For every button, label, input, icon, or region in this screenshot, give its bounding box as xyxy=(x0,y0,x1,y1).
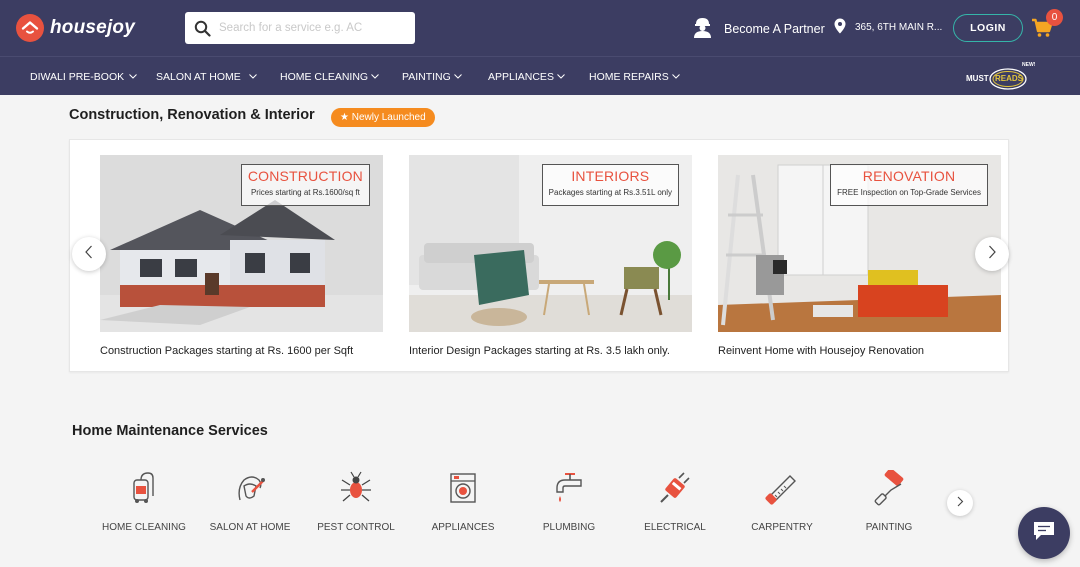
chevron-down-icon xyxy=(129,74,137,79)
chevron-left-icon xyxy=(84,245,94,264)
services-next-button[interactable] xyxy=(947,490,973,516)
search-box[interactable] xyxy=(185,12,415,44)
nav-label: PAINTING xyxy=(402,70,451,83)
construction-overlay: CONSTRUCTION Prices starting at Rs.1600/… xyxy=(240,164,370,206)
chevron-down-icon xyxy=(557,74,565,79)
service-label: CARPENTRY xyxy=(751,522,813,533)
nav-item-home-cleaning[interactable]: HOME CLEANING xyxy=(280,57,379,96)
renovation-card[interactable]: RENOVATION FREE Inspection on Top-Grade … xyxy=(718,155,1001,357)
chat-button[interactable] xyxy=(1018,507,1070,559)
nav-label: APPLIANCES xyxy=(488,70,554,83)
newly-launched-badge: ★ Newly Launched xyxy=(331,108,435,127)
service-appliances[interactable]: APPLIANCES xyxy=(418,470,508,534)
login-button[interactable]: LOGIN xyxy=(953,14,1023,42)
chevron-down-icon xyxy=(248,74,257,79)
overlay-title: CONSTRUCTION xyxy=(247,168,363,184)
must-reads-new-tag: NEW! xyxy=(1022,62,1036,68)
must-reads-label-right: READS xyxy=(995,74,1024,83)
nav-item-diwali-pre-book[interactable]: DIWALI PRE-BOOK xyxy=(30,57,137,96)
construction-card[interactable]: CONSTRUCTION Prices starting at Rs.1600/… xyxy=(100,155,383,357)
service-carpentry[interactable]: CARPENTRY xyxy=(737,470,827,534)
category-nav: DIWALI PRE-BOOK SALON AT HOME HOME CLEAN… xyxy=(0,56,1080,95)
service-label: APPLIANCES xyxy=(431,522,495,533)
bug-icon xyxy=(341,471,371,502)
brand-name: housejoy xyxy=(50,17,136,38)
must-reads-label-left: MUST xyxy=(966,74,989,83)
chat-icon xyxy=(1032,520,1056,547)
service-salon-at-home[interactable]: SALON AT HOME xyxy=(205,470,295,534)
nav-item-home-repairs[interactable]: HOME REPAIRS xyxy=(589,57,680,96)
location-pin-icon xyxy=(834,18,846,37)
chevron-down-icon xyxy=(671,74,680,79)
service-plumbing[interactable]: PLUMBING xyxy=(524,470,614,534)
nav-label: HOME REPAIRS xyxy=(589,70,669,83)
service-label: PAINTING xyxy=(865,522,913,533)
location-selector[interactable]: 365, 6TH MAIN R... xyxy=(834,18,942,37)
renovation-image: RENOVATION FREE Inspection on Top-Grade … xyxy=(718,155,1001,332)
become-partner-link[interactable]: Become A Partner xyxy=(692,16,825,41)
chevron-down-icon xyxy=(453,74,462,79)
must-reads-link[interactable]: MUST READS NEW! xyxy=(966,62,1036,93)
cart-button[interactable]: 0 xyxy=(1031,9,1065,42)
nav-item-painting[interactable]: PAINTING xyxy=(402,57,462,96)
chevron-down-icon xyxy=(371,74,379,79)
card-caption: Construction Packages starting at Rs. 16… xyxy=(100,345,354,357)
partner-label: Become A Partner xyxy=(724,21,825,36)
interiors-image: INTERIORS Packages starting at Rs.3.51L … xyxy=(409,155,692,332)
overlay-subtitle: Prices starting at Rs.1600/sq ft xyxy=(250,188,360,197)
nav-item-salon-at-home[interactable]: SALON AT HOME xyxy=(156,57,257,96)
overlay-subtitle: FREE Inspection on Top-Grade Services xyxy=(837,188,981,197)
service-label: PEST CONTROL xyxy=(317,522,395,533)
washing-machine-icon xyxy=(450,473,476,503)
nav-item-appliances[interactable]: APPLIANCES xyxy=(488,57,565,96)
chevron-right-icon xyxy=(987,245,997,264)
service-label: HOME CLEANING xyxy=(102,522,186,533)
overlay-title: INTERIORS xyxy=(571,168,650,184)
carousel-prev-button[interactable] xyxy=(72,237,106,271)
house-logo-icon xyxy=(16,14,44,42)
chevron-right-icon xyxy=(956,494,964,512)
overlay-title: RENOVATION xyxy=(862,168,956,184)
cart-count-badge: 0 xyxy=(1046,9,1063,26)
plug-icon xyxy=(660,472,690,503)
carousel-next-button[interactable] xyxy=(975,237,1009,271)
tap-icon xyxy=(556,473,582,502)
renovation-overlay: RENOVATION FREE Inspection on Top-Grade … xyxy=(830,164,988,206)
service-home-cleaning[interactable]: HOME CLEANING xyxy=(99,470,189,534)
service-electrical[interactable]: ELECTRICAL xyxy=(630,470,720,534)
location-label: 365, 6TH MAIN R... xyxy=(855,22,943,33)
maintenance-section-title: Home Maintenance Services xyxy=(72,423,268,439)
worker-icon xyxy=(692,16,713,41)
interiors-card[interactable]: INTERIORS Packages starting at Rs.3.51L … xyxy=(409,155,692,357)
construction-image: CONSTRUCTION Prices starting at Rs.1600/… xyxy=(100,155,383,332)
search-icon[interactable] xyxy=(185,12,219,44)
brand-logo[interactable]: housejoy xyxy=(16,14,135,42)
service-label: PLUMBING xyxy=(542,522,596,533)
card-caption: Reinvent Home with Housejoy Renovation xyxy=(718,345,925,357)
nav-label: SALON AT HOME xyxy=(156,70,241,83)
service-label: ELECTRICAL xyxy=(644,522,706,533)
service-label: SALON AT HOME xyxy=(209,522,291,533)
saw-icon xyxy=(765,475,796,505)
service-pest-control[interactable]: PEST CONTROL xyxy=(311,470,401,534)
vacuum-icon xyxy=(133,472,154,503)
interiors-overlay: INTERIORS Packages starting at Rs.3.51L … xyxy=(541,164,679,206)
construction-section-title: Construction, Renovation & Interior xyxy=(69,107,315,123)
top-header: housejoy Become A Partner 365, 6TH MAIN … xyxy=(0,0,1080,56)
service-painting[interactable]: PAINTING xyxy=(844,470,934,534)
card-caption: Interior Design Packages starting at Rs.… xyxy=(409,345,670,357)
paint-roller-icon xyxy=(874,470,904,506)
salon-icon xyxy=(238,476,265,501)
construction-carousel: CONSTRUCTION Prices starting at Rs.1600/… xyxy=(69,139,1009,372)
search-input[interactable] xyxy=(219,22,399,34)
overlay-subtitle: Packages starting at Rs.3.51L only xyxy=(548,188,672,197)
nav-label: DIWALI PRE-BOOK xyxy=(30,70,125,83)
nav-label: HOME CLEANING xyxy=(280,70,369,83)
